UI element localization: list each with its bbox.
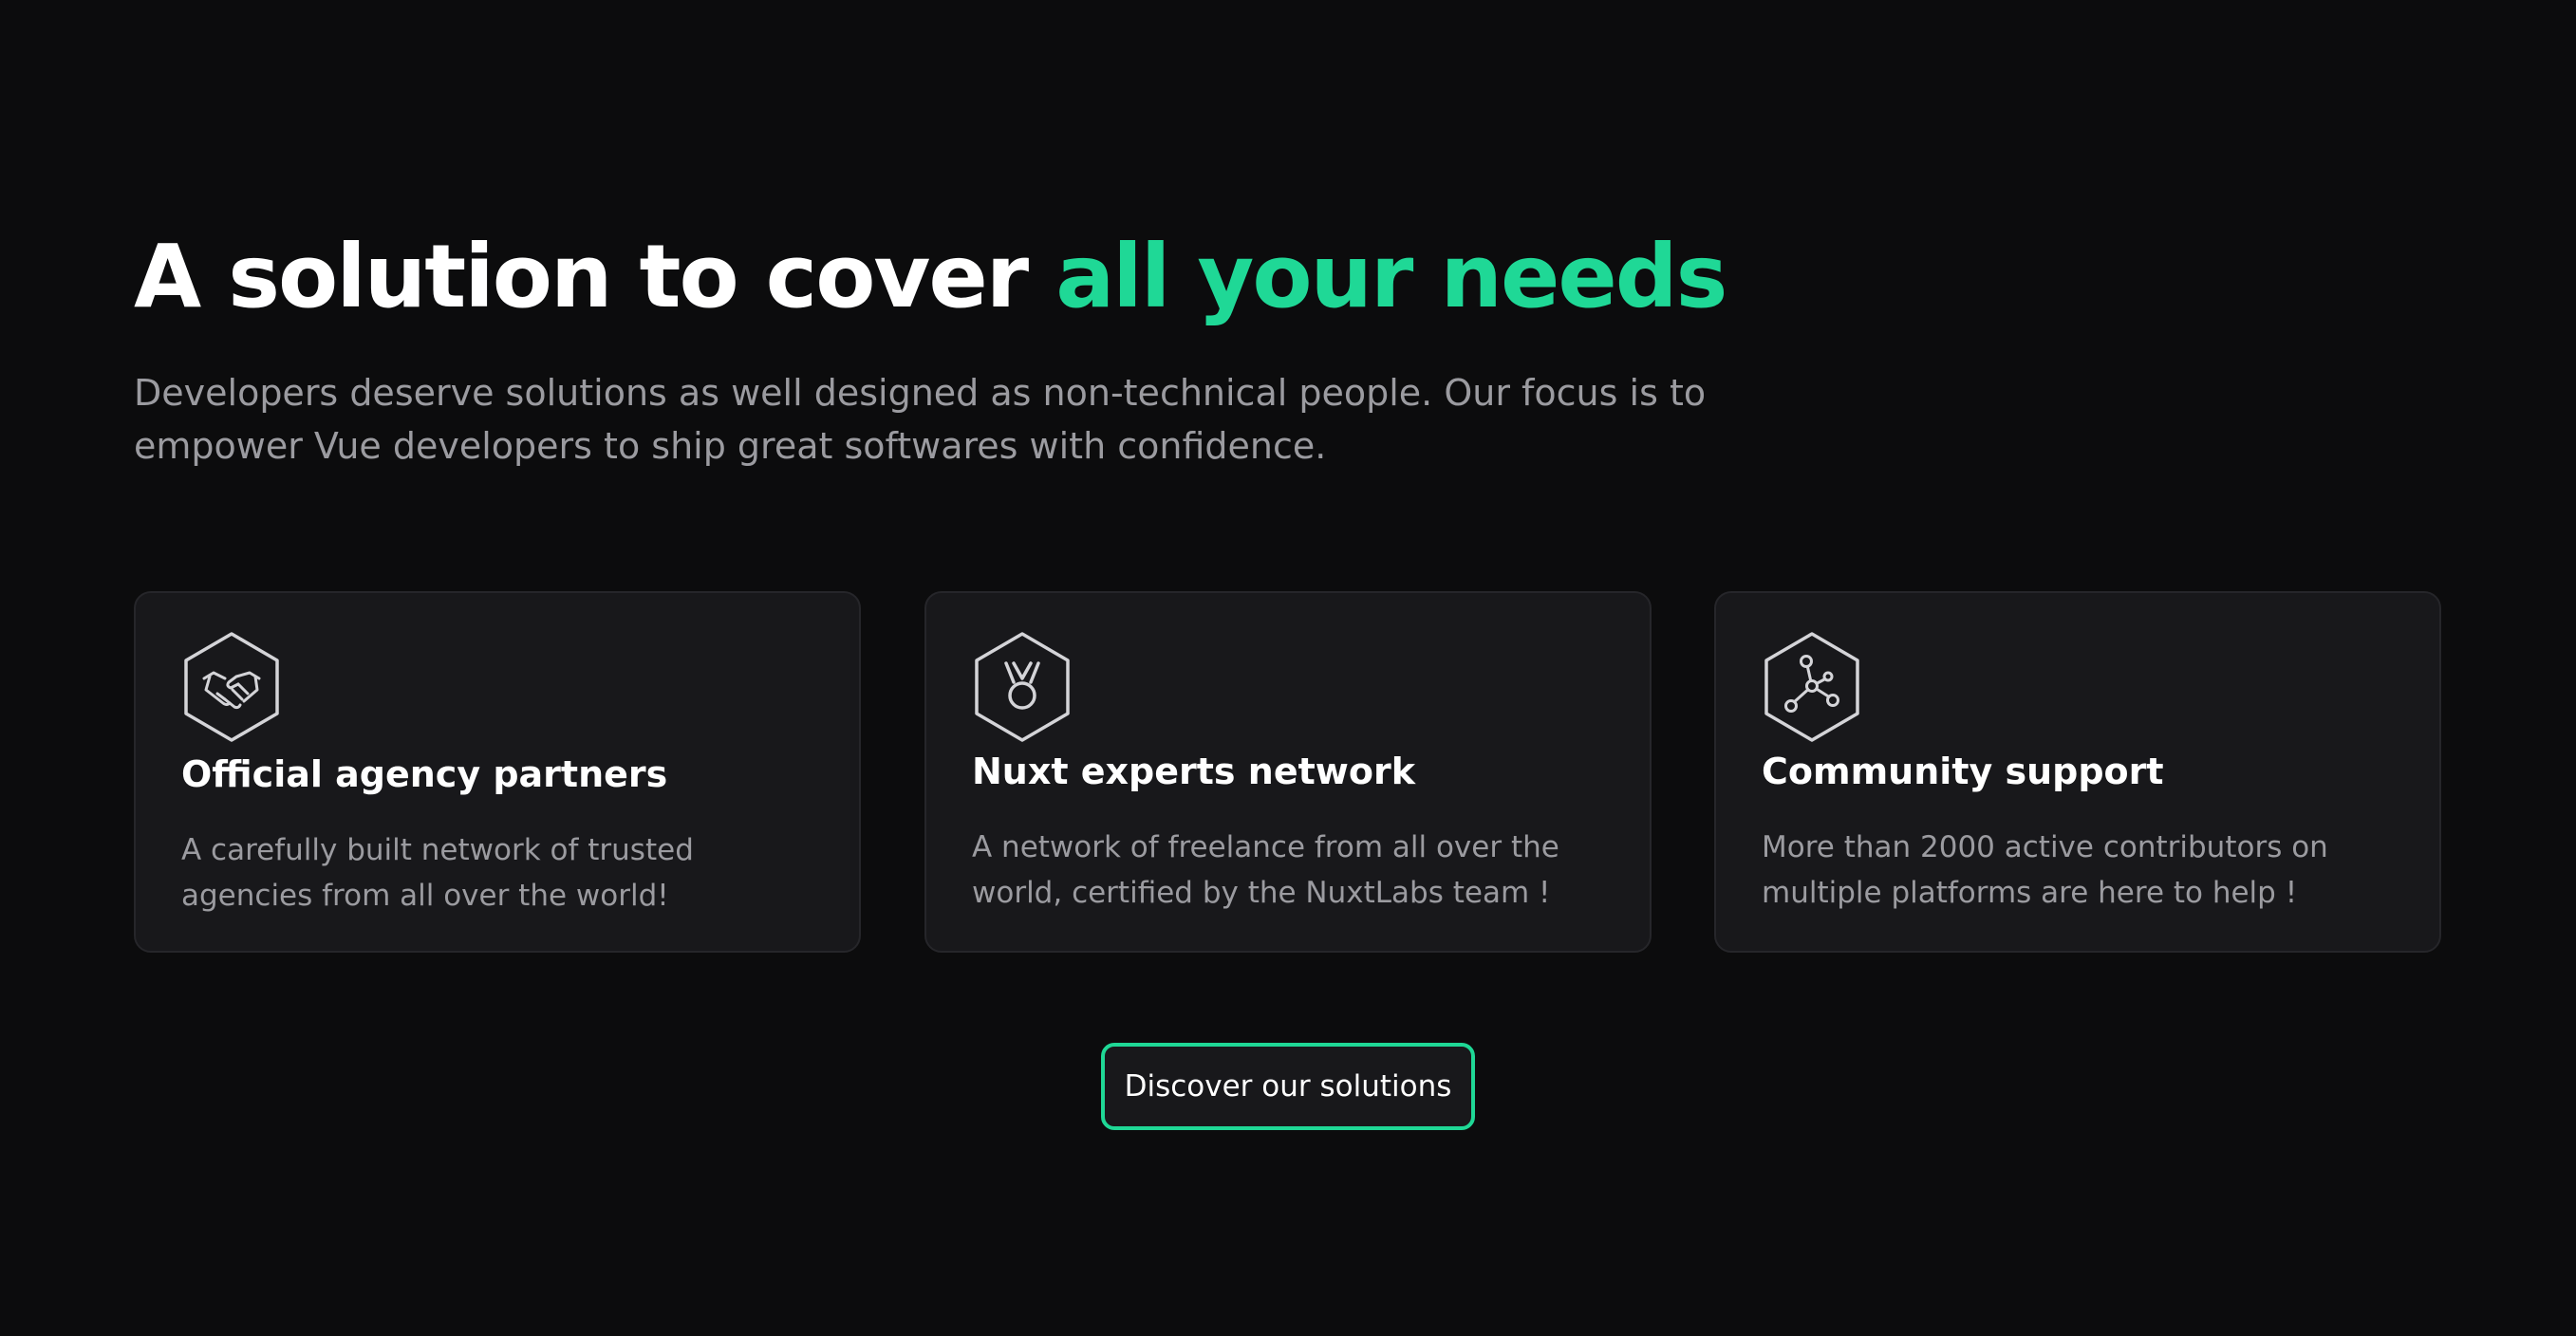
title-accent: all your needs <box>1055 226 1727 327</box>
card-community-support: Community support More than 2000 active … <box>1714 591 2441 953</box>
discover-solutions-button[interactable]: Discover our solutions <box>1101 1043 1475 1130</box>
card-agency-partners: Official agency partners A carefully bui… <box>134 591 861 953</box>
card-title: Community support <box>1762 751 2164 792</box>
card-description: More than 2000 active contributors on mu… <box>1762 830 2328 910</box>
medal-icon <box>972 631 1073 743</box>
feature-cards: Official agency partners A carefully bui… <box>134 591 2442 955</box>
title-main: A solution to cover <box>134 226 1056 327</box>
handshake-icon <box>181 631 282 743</box>
solutions-section: A solution to cover all your needs Devel… <box>134 0 2442 1336</box>
page-subtitle: Developers deserve solutions as well des… <box>134 372 1707 467</box>
card-description: A carefully built network of trusted age… <box>181 833 694 913</box>
page-title: A solution to cover all your needs <box>134 220 1727 334</box>
network-icon <box>1762 631 1862 743</box>
card-title: Nuxt experts network <box>972 751 1415 792</box>
card-title: Official agency partners <box>181 753 668 795</box>
card-description: A network of freelance from all over the… <box>972 830 1559 910</box>
card-experts-network: Nuxt experts network A network of freela… <box>924 591 1652 953</box>
